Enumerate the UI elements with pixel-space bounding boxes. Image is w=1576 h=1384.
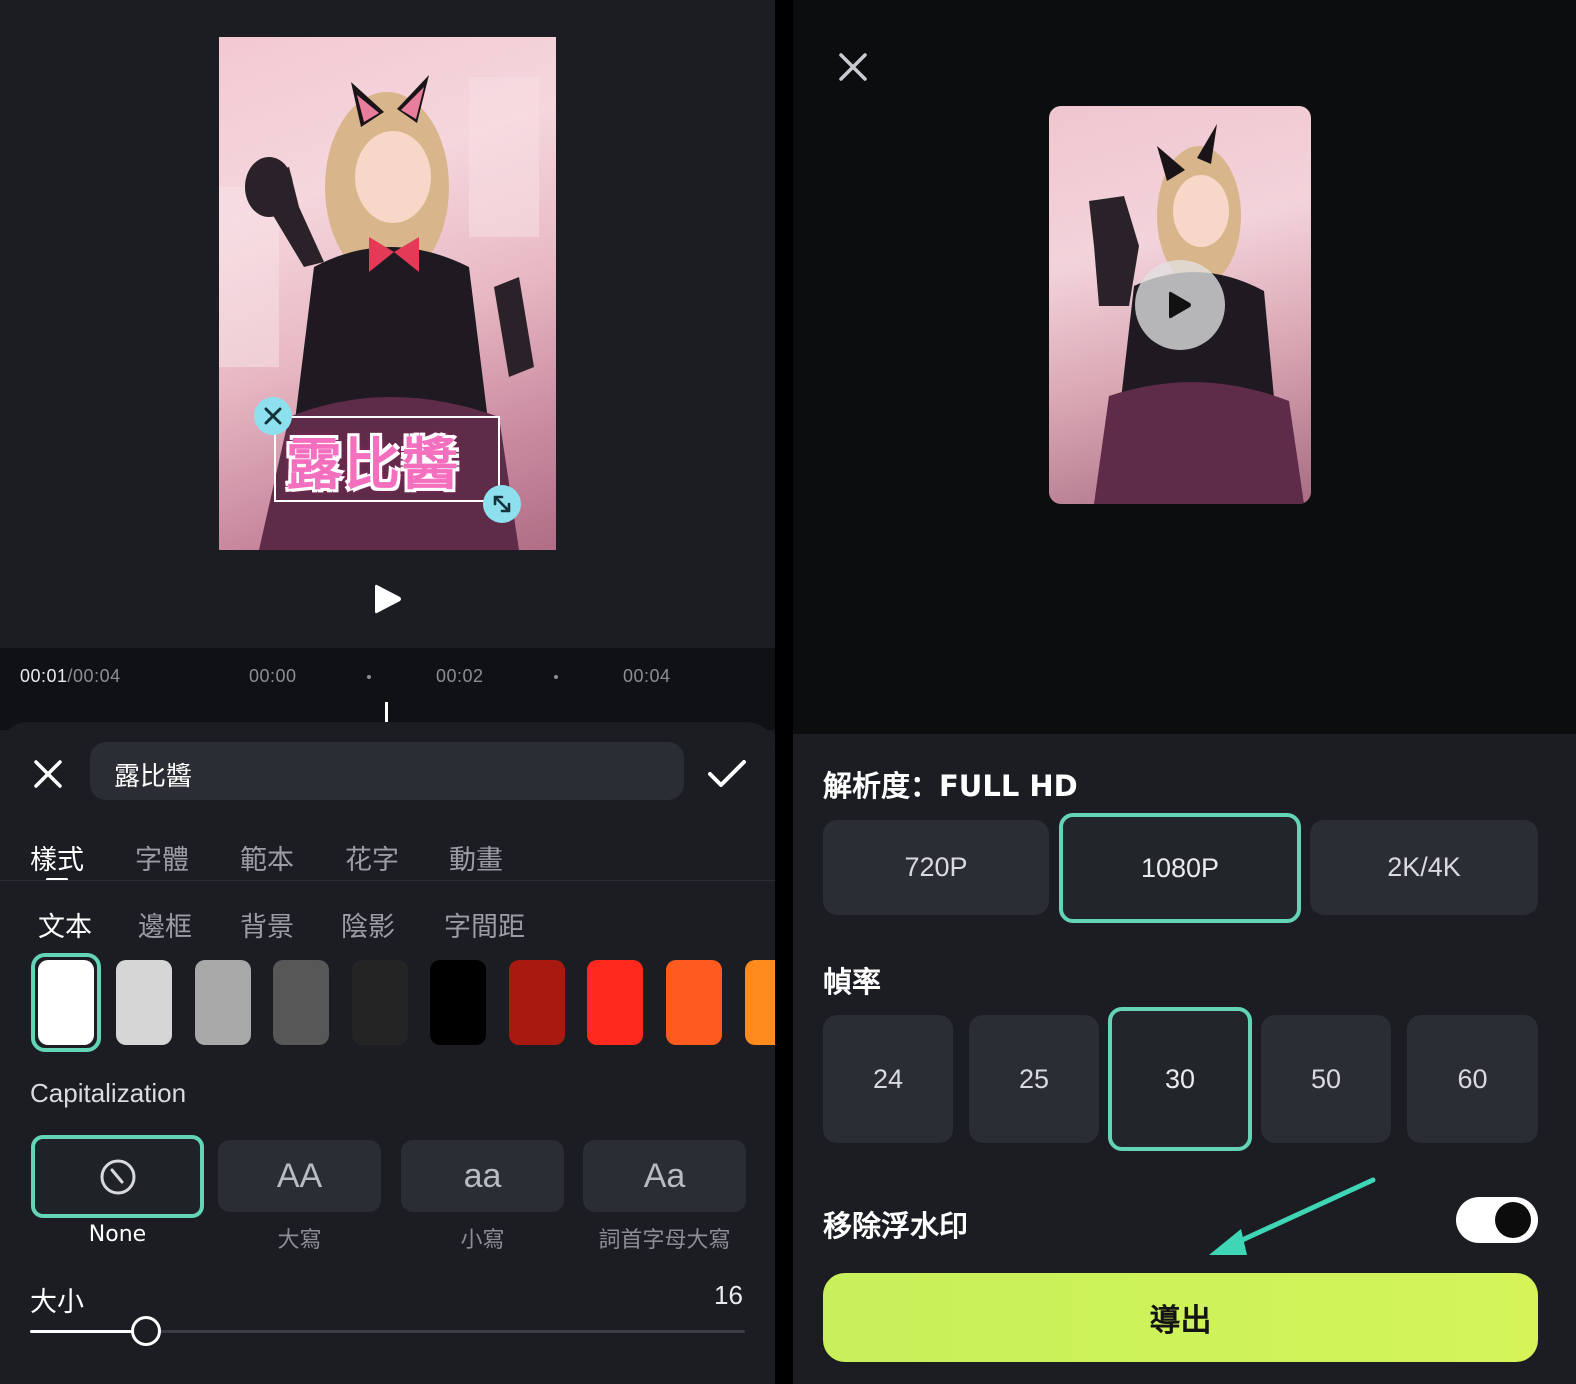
timecode: 00:01/00:04 <box>20 666 121 687</box>
timeline-tick: 00:02 <box>436 666 484 686</box>
color-swatch[interactable] <box>587 960 643 1045</box>
current-time: 00:01 <box>20 666 68 686</box>
color-swatch[interactable] <box>116 960 172 1045</box>
capitalization-upper-button[interactable]: AA <box>218 1140 381 1212</box>
divider <box>0 880 775 881</box>
subtab-border[interactable]: 邊框 <box>138 905 192 944</box>
subtab-shadow[interactable]: 陰影 <box>341 905 395 944</box>
tab-font[interactable]: 字體 <box>135 838 189 877</box>
subtab-spacing[interactable]: 字間距 <box>444 905 525 944</box>
close-icon[interactable] <box>32 758 64 790</box>
capitalization-none-button[interactable] <box>31 1135 204 1218</box>
preview-play-button[interactable] <box>1135 260 1225 350</box>
size-value: 16 <box>714 1280 743 1310</box>
export-button[interactable]: 導出 <box>823 1273 1538 1362</box>
play-icon <box>1169 291 1191 319</box>
color-swatch[interactable] <box>273 960 329 1045</box>
tab-fancy-text[interactable]: 花字 <box>345 838 399 877</box>
tab-style[interactable]: 樣式 <box>30 838 84 877</box>
capitalization-lower-button[interactable]: aa <box>401 1140 564 1212</box>
timeline-tick: 00:00 <box>249 666 297 686</box>
fps-60-button[interactable]: 60 <box>1407 1015 1538 1143</box>
text-style-sheet <box>0 722 775 1384</box>
play-icon[interactable] <box>373 582 403 616</box>
subtab-text[interactable]: 文本 <box>38 905 92 944</box>
sticker-delete-icon[interactable] <box>254 397 292 435</box>
resolution-1080p-button[interactable]: 1080P <box>1059 813 1301 923</box>
capitalization-title-case-button[interactable]: Aa <box>583 1140 746 1212</box>
fps-30-button[interactable]: 30 <box>1108 1007 1252 1151</box>
remove-watermark-label: 移除浮水印 <box>823 1209 969 1243</box>
toggle-knob <box>1495 1202 1531 1238</box>
size-label: 大小 <box>30 1287 84 1318</box>
fps-25-button[interactable]: 25 <box>969 1015 1099 1143</box>
color-swatch[interactable] <box>352 960 408 1045</box>
size-slider-handle[interactable] <box>131 1316 161 1346</box>
total-time: /00:04 <box>67 666 121 686</box>
color-swatch[interactable] <box>430 960 486 1045</box>
sticker-text[interactable]: 露比醬 <box>286 420 496 500</box>
timeline-tick: 00:04 <box>623 666 671 686</box>
sticker-resize-icon[interactable] <box>483 485 521 523</box>
fps-24-button[interactable]: 24 <box>823 1015 953 1143</box>
resolution-2k4k-button[interactable]: 2K/4K <box>1310 820 1538 915</box>
color-swatch[interactable] <box>666 960 722 1045</box>
capitalization-none-label: None <box>88 1222 147 1247</box>
frame-rate-title: 幀率 <box>823 965 882 999</box>
tab-animation[interactable]: 動畫 <box>449 838 503 877</box>
capitalization-lower-label: 小寫 <box>460 1228 505 1253</box>
text-input[interactable]: 露比醬 <box>90 742 684 800</box>
color-swatch[interactable] <box>195 960 251 1045</box>
text-editor-panel: 露比醬 00:01/00:04 00:00 00:02 00:04 露比醬 樣式… <box>0 0 775 1384</box>
capitalization-title-case-label: 詞首字母大寫 <box>598 1228 731 1253</box>
playhead[interactable] <box>385 702 388 724</box>
resolution-title: 解析度：FULL HD <box>823 769 1078 803</box>
close-icon[interactable] <box>837 51 869 83</box>
capitalization-title: Capitalization <box>30 1078 187 1108</box>
subtab-background[interactable]: 背景 <box>240 905 294 944</box>
annotation-arrow-icon <box>1209 1177 1376 1255</box>
tab-template[interactable]: 範本 <box>240 838 294 877</box>
color-swatch[interactable] <box>745 960 775 1045</box>
check-icon[interactable] <box>707 758 747 790</box>
timeline-dot <box>554 675 558 679</box>
fps-50-button[interactable]: 50 <box>1261 1015 1391 1143</box>
capitalization-upper-label: 大寫 <box>277 1228 322 1253</box>
color-swatch[interactable] <box>38 960 94 1045</box>
resolution-720p-button[interactable]: 720P <box>823 820 1049 915</box>
size-slider-fill <box>30 1330 146 1333</box>
none-icon <box>100 1159 135 1194</box>
color-swatch[interactable] <box>509 960 565 1045</box>
timeline-dot <box>367 675 371 679</box>
panel-divider <box>775 0 793 1384</box>
